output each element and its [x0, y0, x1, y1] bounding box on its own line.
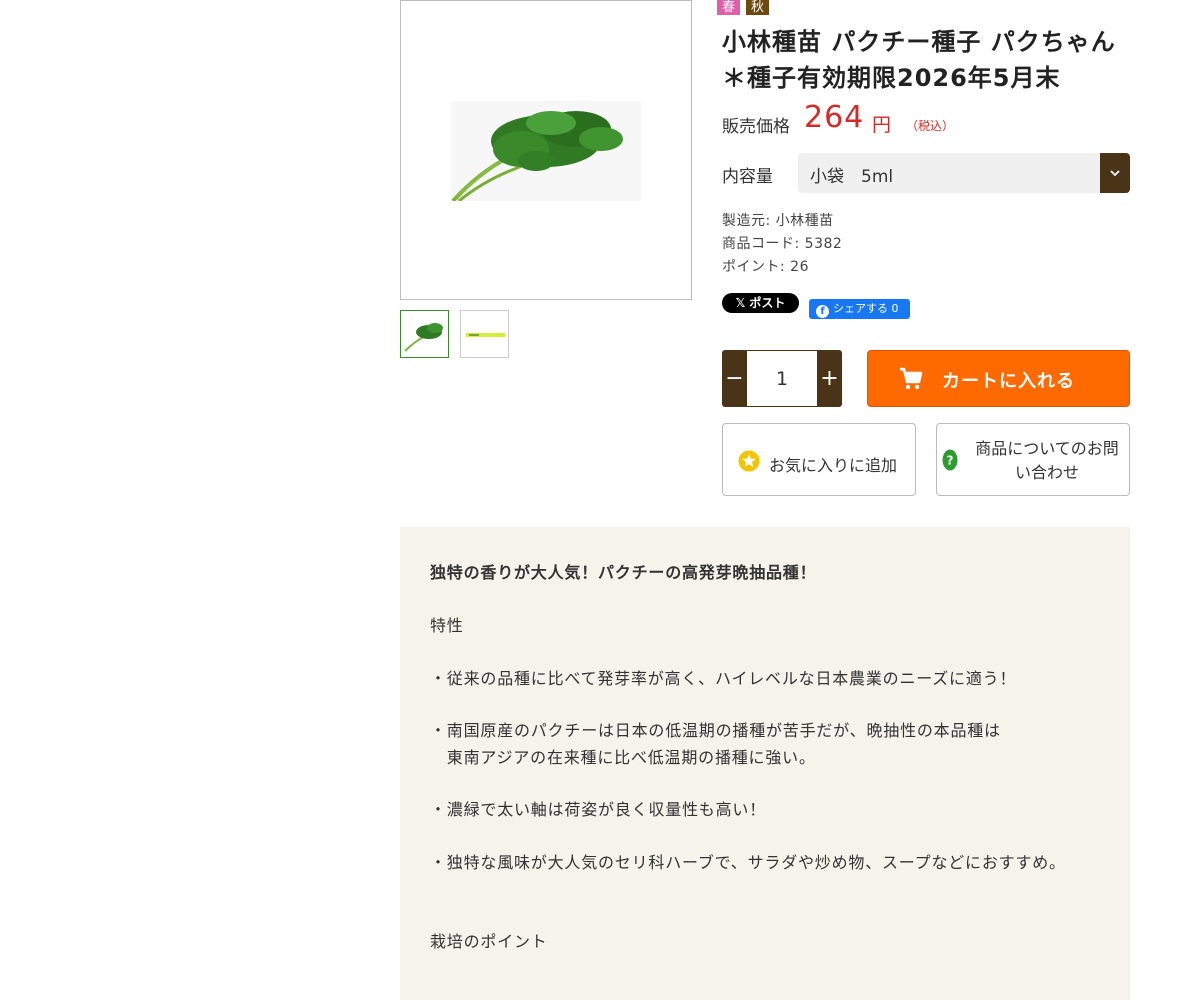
- inquiry-label-line-2: い合わせ: [1014, 463, 1079, 482]
- favorite-label: お気に入りに追加: [769, 456, 898, 475]
- price-unit: 円: [872, 114, 892, 136]
- add-to-cart-button[interactable]: カートに入れる: [867, 350, 1130, 407]
- price-value: 264: [804, 100, 865, 135]
- svg-text:?: ?: [947, 454, 954, 468]
- price-tax-note: （税込）: [906, 119, 955, 133]
- main-product-image[interactable]: [400, 0, 692, 300]
- season-badge-autumn: 秋: [746, 0, 769, 15]
- quantity-stepper[interactable]: − +: [722, 350, 842, 407]
- description-section-title-features: 特性: [430, 616, 464, 635]
- description-section-title-cultivation: 栽培のポイント: [430, 932, 548, 951]
- x-logo-icon: 𝕏: [735, 296, 746, 310]
- product-inquiry-button[interactable]: ? 商品についてのお問 い合わせ: [936, 423, 1130, 496]
- inquiry-label-line-1: 商品についてのお問: [975, 439, 1119, 458]
- season-badge-spring: 春: [717, 0, 740, 15]
- facebook-share-label: シェアする 0: [833, 302, 899, 315]
- coriander-photo: [451, 101, 641, 201]
- product-code: 商品コード: 5382: [722, 236, 843, 252]
- description-bullet: ・南国原産のパクチーは日本の低温期の播種が苦手だが、晩抽性の本品種は: [430, 721, 1001, 740]
- description-headline: 独特の香りが大人気！パクチーの高発芽晩抽品種！: [430, 563, 817, 582]
- coriander-thumb-image: [404, 323, 443, 352]
- description-bullet: ・従来の品種に比べて発芽率が高く、ハイレベルな日本農業のニーズに適う！: [430, 669, 1017, 688]
- quantity-increase-button[interactable]: +: [817, 350, 842, 407]
- x-post-label: ポスト: [749, 296, 786, 310]
- seed-packet-thumb-image: [466, 333, 505, 337]
- description-bullet-continuation: 東南アジアの在来種に比べ低温期の播種に強い。: [430, 748, 816, 767]
- add-to-cart-label: カートに入れる: [942, 371, 1075, 392]
- quantity-input[interactable]: [747, 350, 817, 407]
- inquiry-label: 商品についてのお問 い合わせ: [967, 437, 1127, 485]
- cart-icon: [900, 367, 923, 390]
- star-icon: [738, 450, 760, 472]
- product-title: 小林種苗 パクチー種子 パクちゃん ＊種子有効期限2026年5月末: [722, 28, 1116, 92]
- thumbnail-coriander[interactable]: [400, 310, 449, 358]
- question-icon: ?: [942, 449, 958, 471]
- quantity-decrease-button[interactable]: −: [722, 350, 747, 407]
- price-label: 販売価格: [722, 117, 790, 137]
- volume-select[interactable]: 小袋 5ml: [798, 153, 1130, 193]
- points-info: ポイント: 26: [722, 259, 809, 275]
- chevron-down-icon[interactable]: [1100, 153, 1130, 193]
- x-post-button[interactable]: 𝕏 ポスト: [722, 293, 799, 313]
- maker-info: 製造元: 小林種苗: [722, 213, 834, 229]
- volume-select-value: 小袋 5ml: [810, 167, 894, 187]
- thumbnail-seed-packet[interactable]: [460, 310, 509, 358]
- facebook-share-button[interactable]: f シェアする 0: [809, 299, 910, 319]
- product-description: 独特の香りが大人気！パクチーの高発芽晩抽品種！ 特性 ・従来の品種に比べて発芽率…: [400, 527, 1130, 1000]
- description-bullet: ・濃緑で太い軸は荷姿が良く収量性も高い！: [430, 800, 767, 819]
- facebook-icon: f: [816, 305, 829, 318]
- volume-label: 内容量: [722, 167, 773, 187]
- add-to-favorites-button[interactable]: お気に入りに追加: [722, 423, 916, 496]
- description-bullet: ・独特な風味が大人気のセリ科ハーブで、サラダや炒め物、スープなどにおすすめ。: [430, 853, 1066, 872]
